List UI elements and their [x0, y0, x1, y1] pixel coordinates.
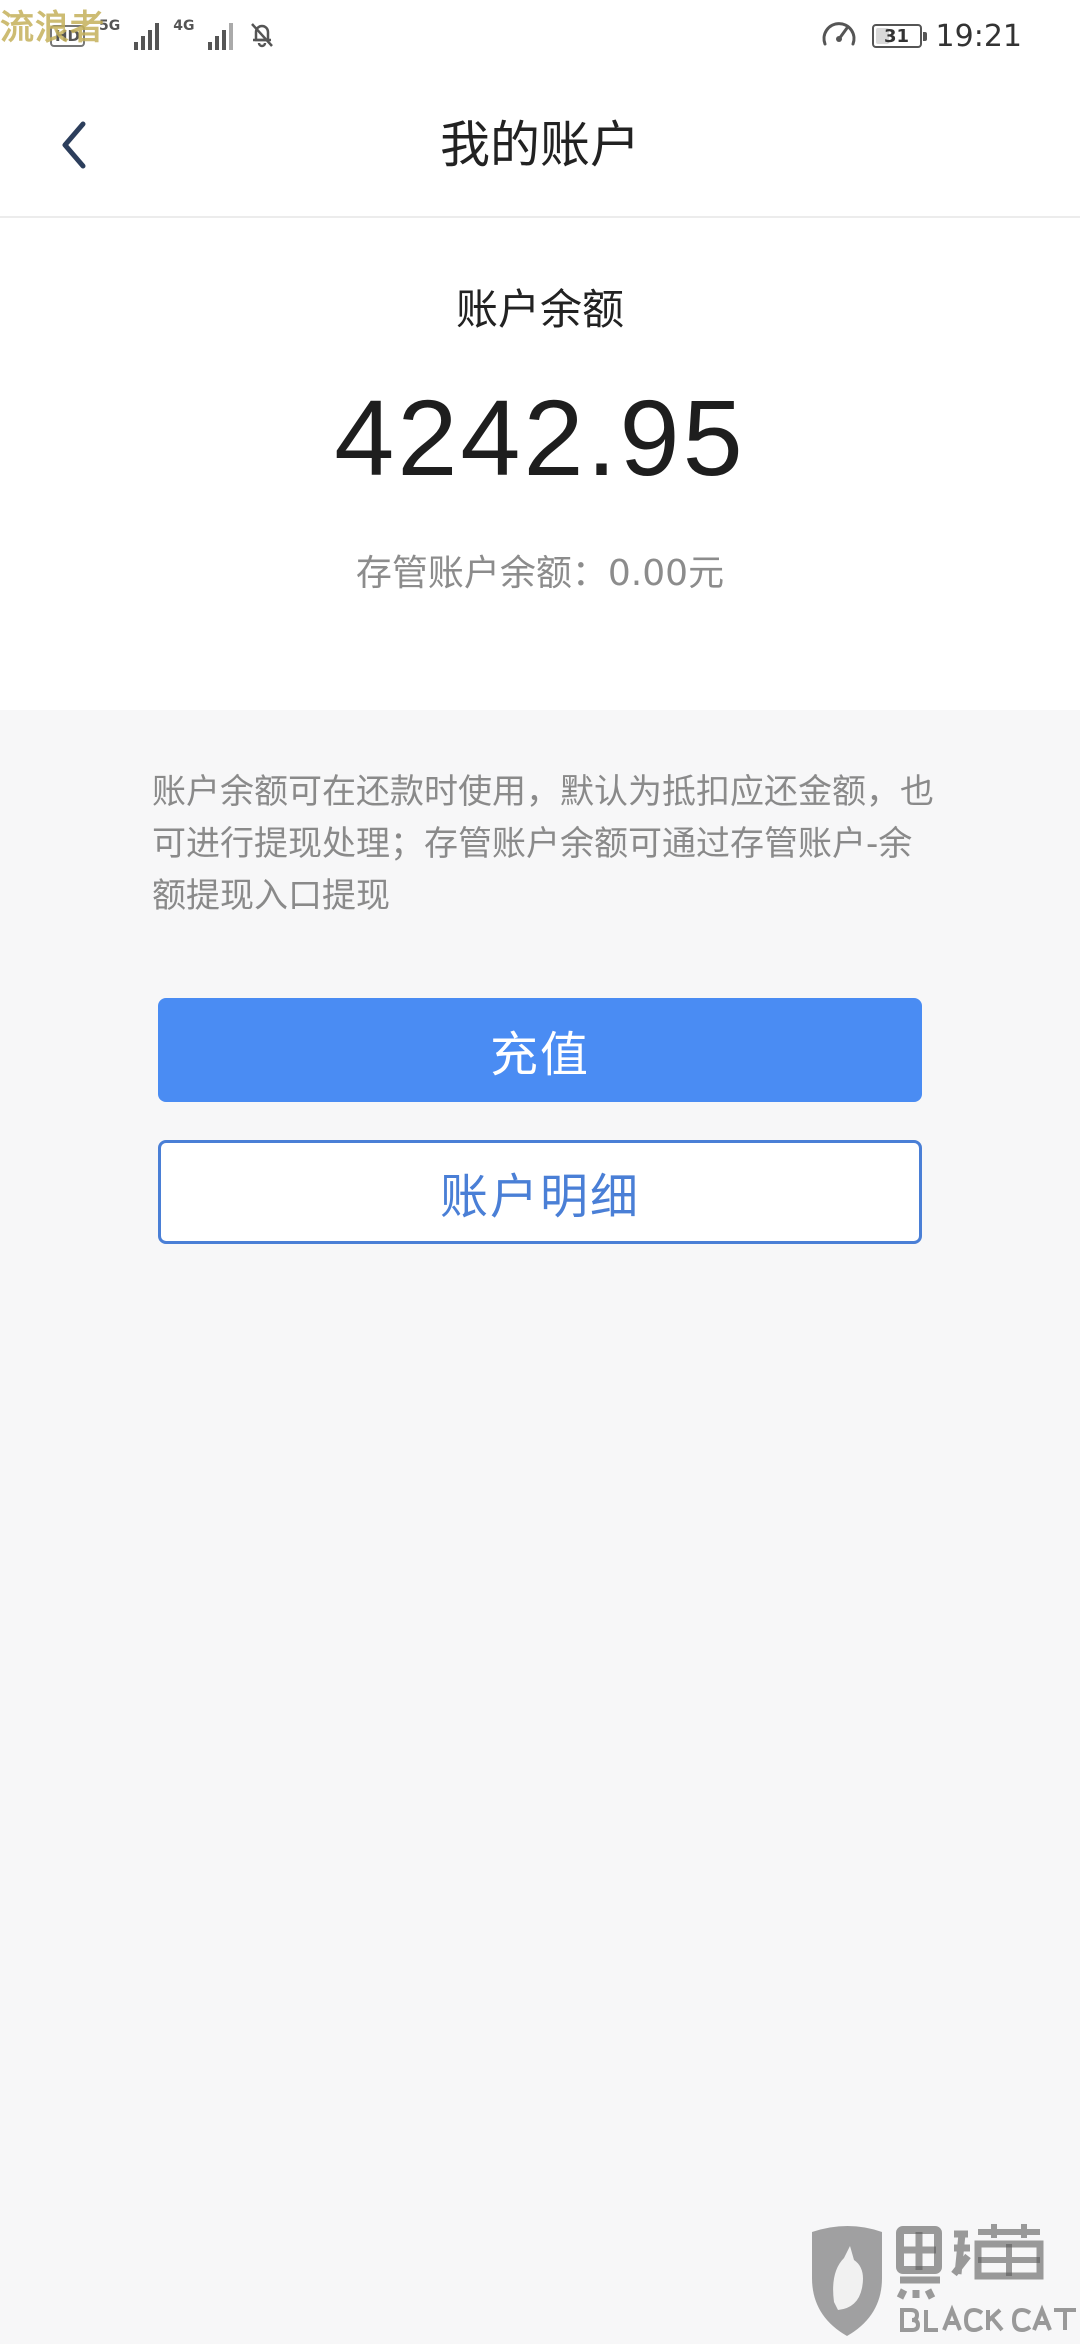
watermark-text: 流浪者 — [0, 8, 105, 48]
battery-level: 31 — [884, 25, 910, 47]
signal-icon — [134, 22, 160, 50]
signal-icon — [208, 22, 234, 50]
custody-balance: 存管账户余额：0.00元 — [355, 553, 725, 594]
status-right: 31 19:21 — [820, 14, 1022, 58]
balance-label: 账户余额 — [455, 285, 624, 334]
account-detail-button[interactable]: 账户明细 — [158, 1140, 922, 1244]
status-bar: HD 5G 4G 流浪者 31 19:21 — [0, 0, 1080, 72]
page-title: 我的账户 — [440, 116, 640, 174]
recharge-button[interactable]: 充值 — [158, 998, 922, 1102]
battery-icon: 31 — [871, 24, 927, 48]
speedometer-icon — [820, 17, 858, 55]
blackcat-logo-watermark — [808, 2218, 1080, 2340]
network-label-2: 4G — [173, 18, 195, 34]
bell-off-icon — [247, 19, 277, 53]
balance-notice: 账户余额可在还款时使用，默认为抵扣应还金额，也可进行提现处理；存管账户余额可通过… — [152, 772, 934, 916]
balance-amount: 4242.95 — [334, 377, 746, 498]
balance-card: 账户余额 4242.95 存管账户余额：0.00元 — [0, 218, 1080, 710]
nav-bar: 我的账户 — [0, 72, 1080, 218]
status-time: 19:21 — [935, 18, 1022, 54]
